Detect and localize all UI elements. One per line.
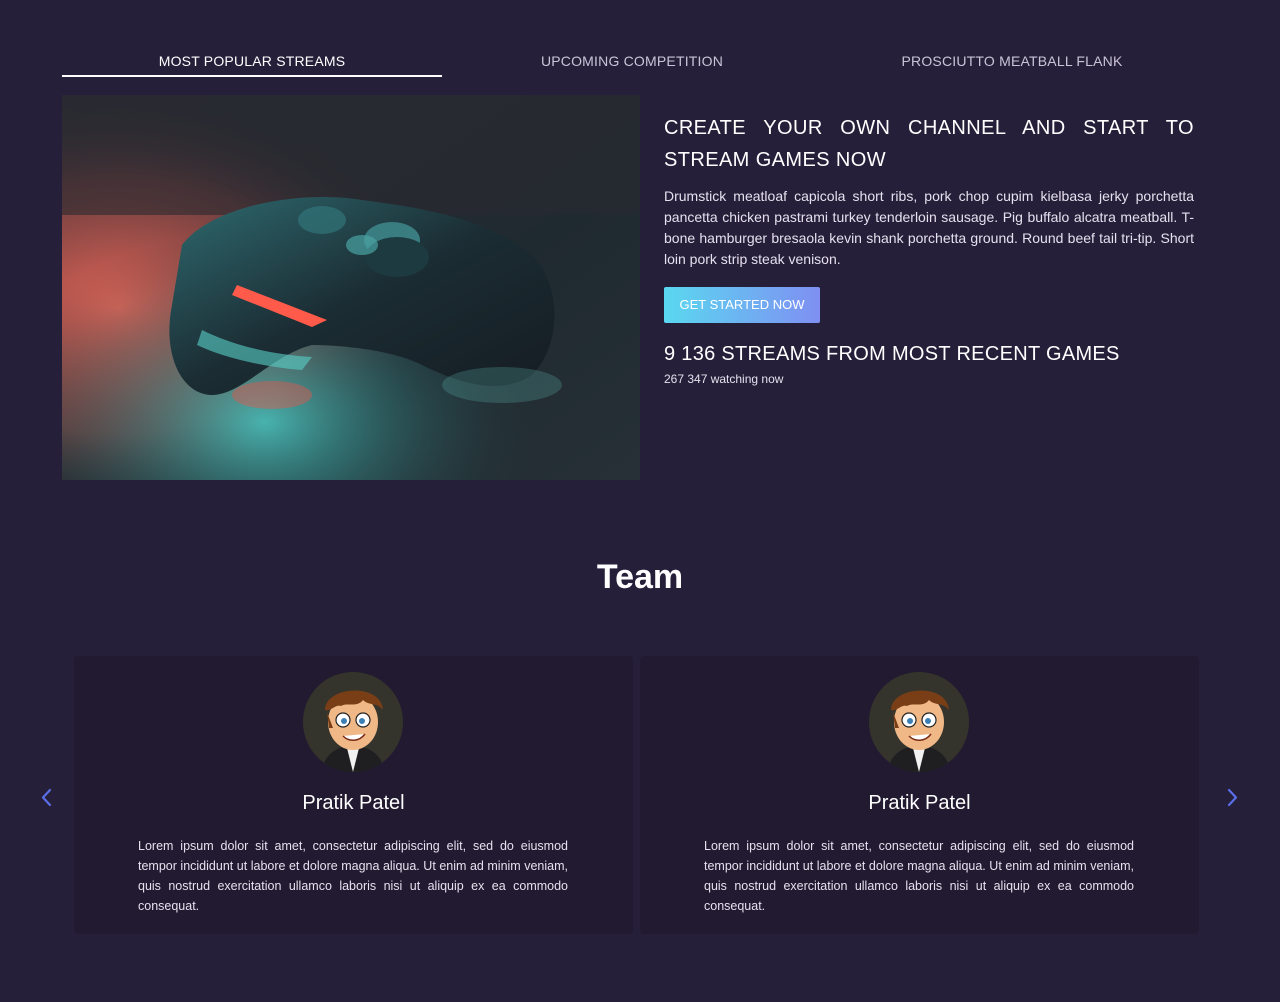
cartoon-avatar: [869, 672, 969, 772]
member-name: Pratik Patel: [868, 792, 971, 814]
hero-content: CREATE YOUR OWN CHANNEL AND START TO STR…: [664, 112, 1194, 386]
tab-most-popular-streams[interactable]: MOST POPULAR STREAMS: [62, 0, 442, 80]
game-controller-image: [62, 95, 640, 480]
carousel-next-button[interactable]: [1221, 784, 1245, 812]
cartoon-avatar: [303, 672, 403, 772]
member-bio: Lorem ipsum dolor sit amet, consectetur …: [704, 839, 1134, 913]
watching-count: 267 347 watching now: [664, 372, 784, 386]
member-avatar: [303, 672, 403, 772]
streams-count-heading: 9 136 STREAMS FROM MOST RECENT GAMES: [664, 343, 1120, 365]
game-controller-photo: [62, 95, 640, 480]
chevron-left-icon: [41, 788, 52, 807]
stream-tabs: MOST POPULAR STREAMS UPCOMING COMPETITIO…: [62, 0, 1202, 80]
team-title: Team: [596, 558, 684, 596]
carousel-prev-button[interactable]: [34, 784, 58, 812]
tab-prosciutto-meatball-flank[interactable]: PROSCIUTTO MEATBALL FLANK: [822, 0, 1202, 80]
member-bio: Lorem ipsum dolor sit amet, consectetur …: [138, 839, 568, 913]
member-avatar: [869, 672, 969, 772]
hero-heading: CREATE YOUR OWN CHANNEL AND START TO STR…: [664, 117, 1194, 171]
team-card: Pratik Patel Lorem ipsum dolor sit amet,…: [640, 656, 1199, 934]
tab-upcoming-competition[interactable]: UPCOMING COMPETITION: [442, 0, 822, 80]
hero-description: Drumstick meatloaf capicola short ribs, …: [664, 188, 1194, 267]
team-card: Pratik Patel Lorem ipsum dolor sit amet,…: [74, 656, 633, 934]
member-name: Pratik Patel: [302, 792, 405, 814]
get-started-button[interactable]: GET STARTED NOW: [664, 287, 820, 323]
chevron-right-icon: [1227, 788, 1238, 807]
